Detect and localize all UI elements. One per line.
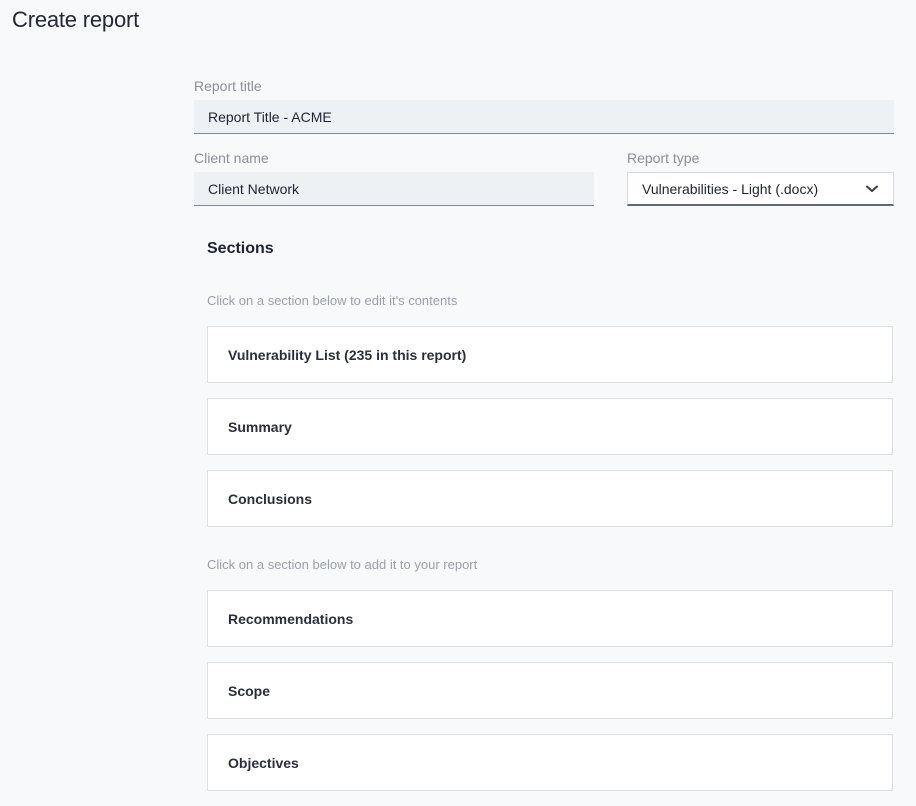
section-card-vulnerability-list[interactable]: Vulnerability List (235 in this report) — [207, 326, 893, 383]
section-card-label: Scope — [228, 682, 271, 699]
section-card-recommendations[interactable]: Recommendations — [207, 590, 893, 647]
section-card-summary[interactable]: Summary — [207, 398, 893, 455]
section-card-conclusions[interactable]: Conclusions — [207, 470, 893, 527]
report-title-value: Report Title - ACME — [208, 108, 332, 125]
client-name-input[interactable]: Client Network — [194, 172, 594, 206]
section-card-scope[interactable]: Scope — [207, 662, 893, 719]
included-sections-hint: Click on a section below to edit it's co… — [207, 293, 458, 308]
section-card-label: Objectives — [228, 754, 299, 771]
page-title: Create report — [12, 7, 140, 32]
report-type-value: Vulnerabilities - Light (.docx) — [642, 180, 819, 197]
section-card-label: Recommendations — [228, 610, 354, 627]
section-card-objectives[interactable]: Objectives — [207, 734, 893, 791]
client-name-value: Client Network — [208, 180, 300, 197]
section-card-label: Conclusions — [228, 490, 313, 507]
report-type-label: Report type — [627, 150, 700, 166]
report-title-label: Report title — [194, 78, 262, 94]
sections-heading: Sections — [207, 240, 274, 257]
section-card-label: Summary — [228, 418, 292, 435]
client-name-label: Client name — [194, 150, 269, 166]
chevron-down-icon — [865, 182, 879, 196]
create-report-page: Create report Report title Report Title … — [0, 0, 916, 806]
section-card-label: Vulnerability List (235 in this report) — [228, 346, 467, 363]
report-title-input[interactable]: Report Title - ACME — [194, 100, 894, 134]
report-type-select[interactable]: Vulnerabilities - Light (.docx) — [627, 172, 894, 206]
available-sections-hint: Click on a section below to add it to yo… — [207, 557, 478, 572]
